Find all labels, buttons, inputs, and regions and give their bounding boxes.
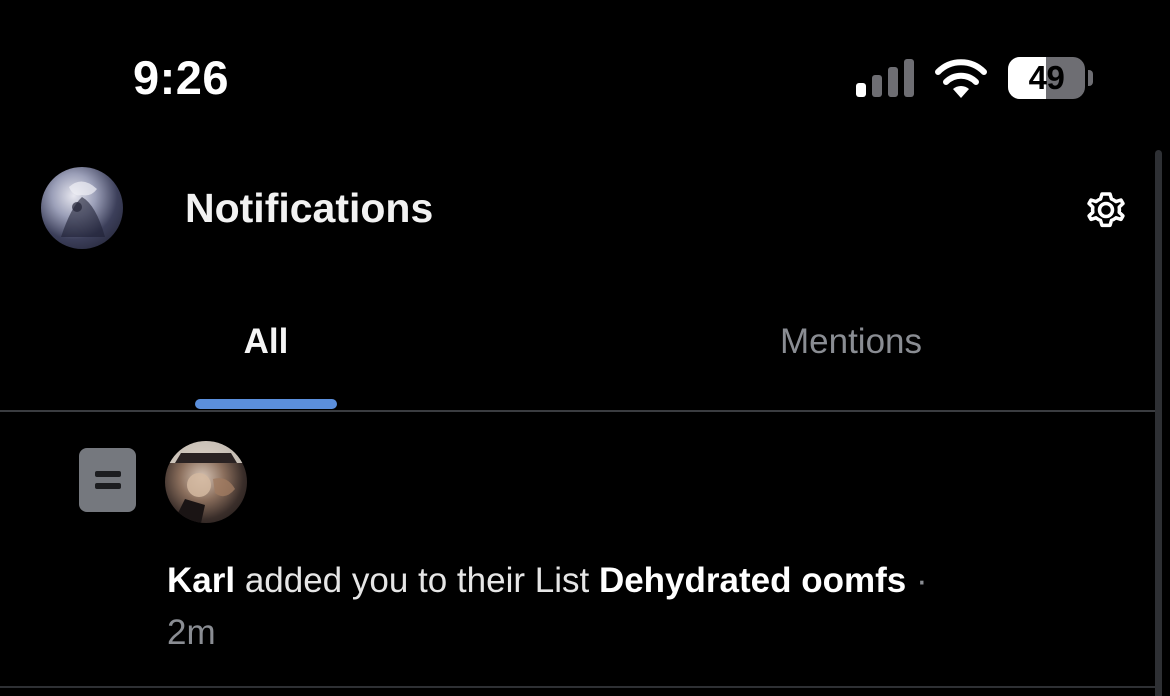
battery-level: 49 — [1028, 59, 1065, 96]
signal-icon — [856, 59, 914, 97]
tab-divider — [0, 410, 1158, 412]
list-icon-line — [95, 483, 121, 489]
notification-list-name[interactable]: Dehydrated oomfs — [599, 561, 906, 600]
user-avatar[interactable] — [165, 441, 247, 523]
scrollbar[interactable] — [1155, 150, 1162, 696]
gear-icon[interactable] — [1082, 186, 1130, 234]
wifi-icon — [935, 59, 987, 98]
notification-time: 2m — [167, 613, 216, 652]
tab-selected-indicator — [195, 399, 337, 409]
battery-icon: 49 — [1008, 57, 1094, 99]
status-time: 9:26 — [133, 51, 230, 104]
battery-body: 49 — [1008, 57, 1085, 99]
avatar-art — [61, 181, 105, 237]
notification-separator: · — [906, 561, 928, 600]
profile-avatar[interactable] — [41, 167, 123, 249]
avatar-art — [165, 441, 247, 523]
notifications-screen: 9:26 49 Notifications All Mentions Karl … — [0, 0, 1170, 696]
battery-cap — [1088, 70, 1093, 86]
list-icon-line — [95, 471, 121, 477]
notification-actor[interactable]: Karl — [167, 561, 235, 600]
notification-text[interactable]: Karl added you to their List Dehydrated … — [167, 558, 1117, 604]
tab-mentions[interactable]: Mentions — [720, 318, 982, 366]
notification-action: added you to their List — [235, 561, 599, 600]
row-divider — [0, 686, 1158, 688]
tab-all[interactable]: All — [195, 318, 337, 366]
list-icon — [79, 448, 136, 512]
page-title: Notifications — [185, 185, 434, 231]
